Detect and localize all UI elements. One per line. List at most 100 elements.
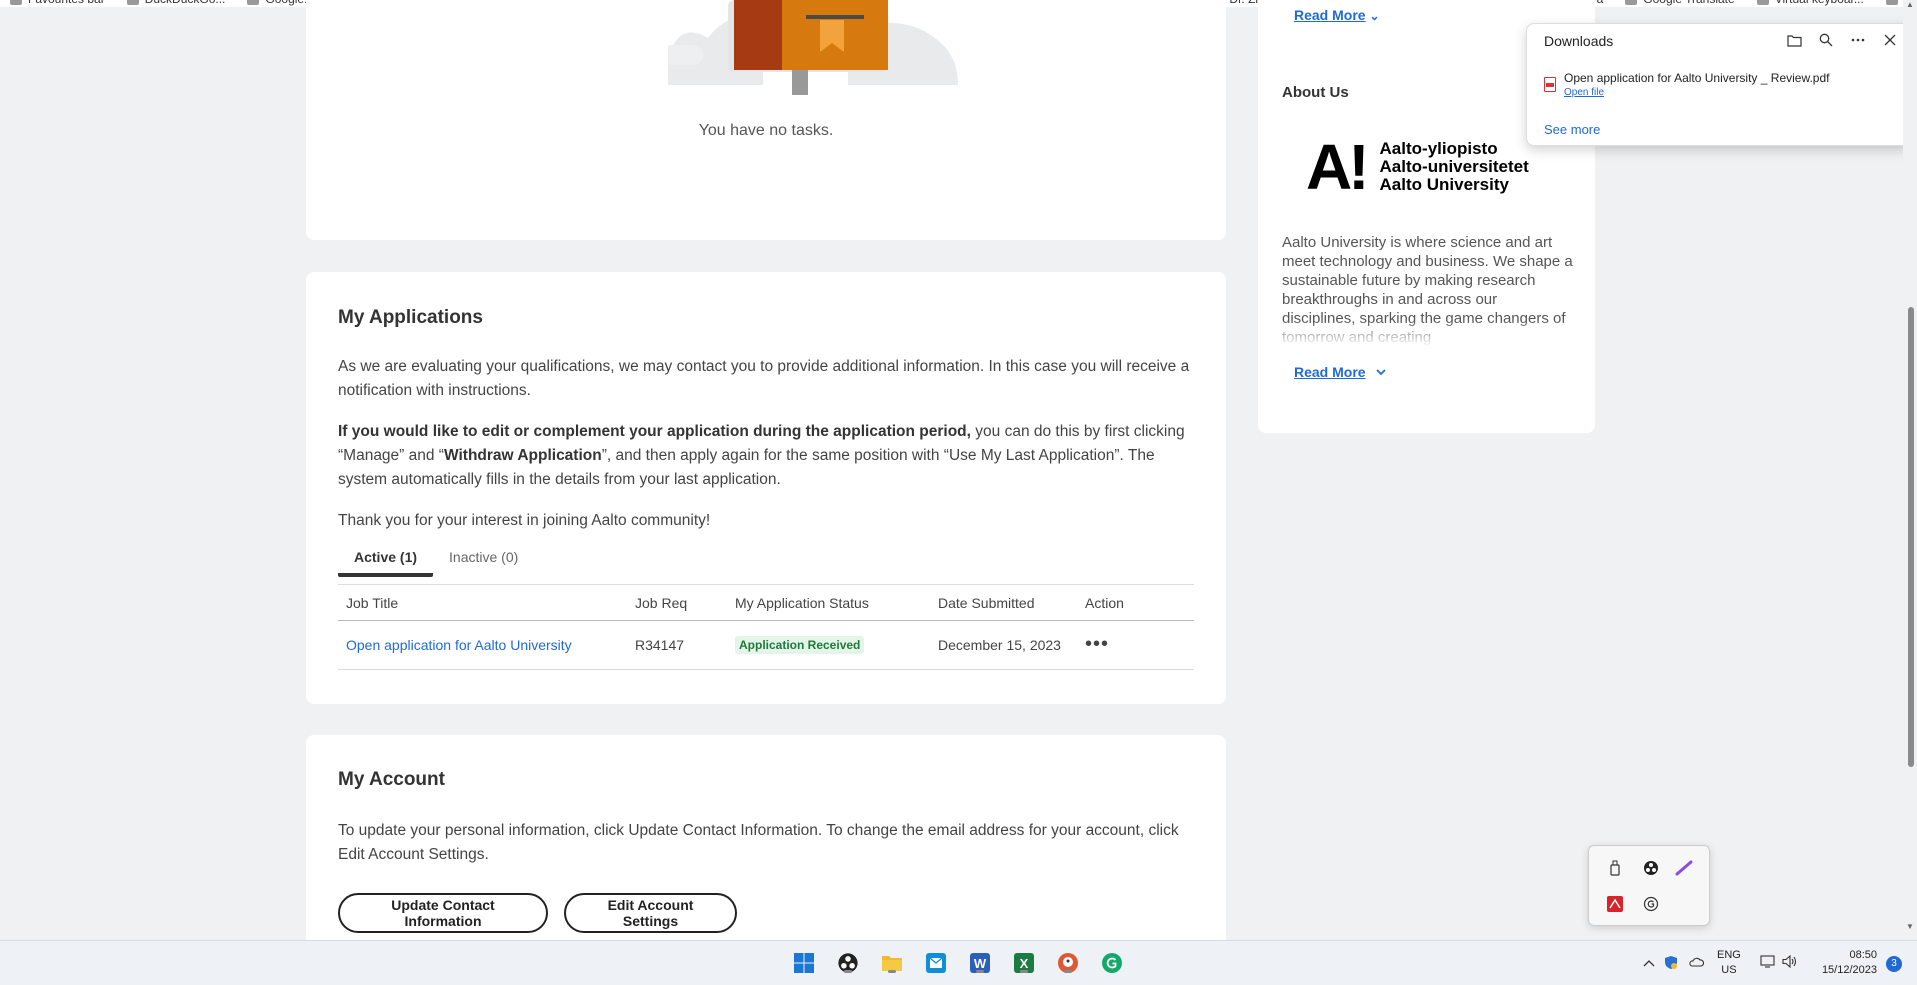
my-account-title: My Account — [338, 769, 445, 790]
column-header-action: Action — [1085, 594, 1124, 611]
close-icon[interactable] — [1880, 30, 1900, 50]
text-fade — [1282, 320, 1574, 346]
read-more-link[interactable]: Read More — [1294, 364, 1386, 380]
downloads-panel: Downloads Open application for Aalto Uni… — [1526, 23, 1911, 146]
aalto-logo-names: Aalto-yliopisto Aalto-universitetet Aalt… — [1380, 140, 1529, 194]
svg-text:W: W — [974, 956, 987, 971]
see-more-link[interactable]: See more — [1544, 122, 1600, 137]
read-more-link-top[interactable]: Read More ⌄ — [1294, 7, 1380, 23]
update-contact-information-button[interactable]: Update Contact Information — [338, 893, 548, 933]
row-actions-button[interactable]: ••• — [1085, 633, 1109, 655]
network-icon[interactable] — [1760, 955, 1775, 971]
running-indicator — [888, 970, 896, 973]
my-applications-title: My Applications — [338, 307, 483, 328]
favicon-icon — [1625, 0, 1638, 5]
edit-instructions-bold: If you would like to edit or complement … — [338, 423, 971, 440]
logo-line-finnish: Aalto-yliopisto — [1379, 139, 1498, 158]
pen-icon[interactable] — [1672, 856, 1696, 880]
scroll-down-arrow-icon[interactable]: ▼ — [1906, 922, 1914, 931]
read-more-label: Read More — [1294, 364, 1366, 380]
tab-inactive[interactable]: Inactive (0) — [433, 545, 534, 577]
running-indicator — [976, 970, 984, 973]
applications-table: Job Title Job Req My Application Status … — [338, 585, 1194, 670]
taskbar: W X ENG US 08:50 15/12/2023 3 — [0, 940, 1917, 985]
svg-text:X: X — [1020, 956, 1029, 971]
adobe-icon[interactable] — [1603, 892, 1627, 916]
favorite-item[interactable]: Virtual keyboar... — [1756, 0, 1864, 6]
language-indicator[interactable]: ENG US — [1717, 948, 1741, 978]
status-badge: Application Received — [735, 636, 865, 654]
open-file-link[interactable]: Open file — [1564, 87, 1829, 98]
system-clock[interactable]: 08:50 15/12/2023 — [1811, 948, 1877, 978]
my-applications-card: My Applications As we are evaluating you… — [306, 272, 1226, 704]
application-tabs: Active (1) Inactive (0) — [338, 545, 534, 577]
page-scrollbar[interactable]: ▲ ▼ — [1903, 0, 1917, 940]
more-options-icon[interactable] — [1848, 30, 1868, 50]
notification-count-badge[interactable]: 3 — [1886, 956, 1902, 972]
favicon-icon — [247, 0, 260, 5]
aalto-logo-mark: A! — [1306, 131, 1370, 203]
tasks-card: You have no tasks. — [306, 0, 1226, 240]
grammarly-tray-icon[interactable] — [1639, 892, 1663, 916]
favicon-icon — [1756, 0, 1769, 5]
show-hidden-icons-chevron-icon[interactable] — [1643, 955, 1655, 970]
favicon-icon — [1885, 0, 1898, 5]
onedrive-cloud-icon[interactable] — [1688, 955, 1705, 970]
file-explorer-icon[interactable] — [880, 951, 904, 975]
scroll-thumb[interactable] — [1908, 307, 1914, 767]
column-header-job-title: Job Title — [346, 594, 399, 611]
volume-icon[interactable] — [1782, 954, 1797, 971]
logo-line-english: Aalto University — [1379, 175, 1509, 194]
account-instructions: To update your personal information, cli… — [338, 822, 1179, 863]
favorite-label: Virtual keyboar... — [1775, 0, 1864, 6]
word-icon[interactable]: W — [968, 951, 992, 975]
grammarly-icon[interactable] — [1100, 951, 1124, 975]
scroll-up-arrow-icon[interactable]: ▲ — [1906, 0, 1914, 9]
tray-overflow-popup — [1588, 845, 1710, 926]
start-windows-icon[interactable] — [792, 951, 816, 975]
favorite-item[interactable]: DuckDuckGo... — [126, 0, 226, 6]
excel-icon[interactable]: X — [1012, 951, 1036, 975]
edit-account-settings-button[interactable]: Edit Account Settings — [564, 893, 737, 933]
pdf-file-icon — [1544, 77, 1556, 92]
obs-icon[interactable] — [1639, 856, 1663, 880]
aalto-logo: A! Aalto-yliopisto Aalto-universitetet A… — [1306, 131, 1529, 203]
obs-taskbar-icon[interactable] — [836, 951, 860, 975]
logo-line-swedish: Aalto-universitetet — [1379, 157, 1529, 176]
search-icon[interactable] — [1816, 30, 1836, 50]
job-title-link[interactable]: Open application for Aalto University — [346, 637, 572, 653]
duckduckgo-icon[interactable] — [1056, 951, 1080, 975]
favorite-item[interactable]: Favourites bar — [10, 0, 105, 6]
favorite-item[interactable]: Google Translate — [1625, 0, 1735, 6]
edit-instructions: If you would like to edit or complement … — [338, 420, 1198, 492]
security-shield-icon[interactable] — [1664, 955, 1678, 973]
evaluation-notice: As we are evaluating your qualifications… — [338, 358, 1190, 399]
favicon-icon — [10, 0, 22, 5]
table-row: Open application for Aalto University R3… — [338, 621, 1194, 670]
job-req-cell: R34147 — [635, 637, 685, 653]
download-item[interactable]: Open application for Aalto University _ … — [1544, 71, 1829, 98]
usb-drive-icon[interactable] — [1603, 856, 1627, 880]
column-header-job-req: Job Req — [635, 594, 688, 611]
clock-time: 08:50 — [1849, 949, 1877, 961]
outlook-icon[interactable] — [924, 951, 948, 975]
running-indicator — [1020, 970, 1028, 973]
open-folder-icon[interactable] — [1784, 30, 1804, 50]
tab-active[interactable]: Active (1) — [338, 545, 434, 577]
downloads-title: Downloads — [1544, 33, 1614, 49]
language-code: ENG — [1717, 949, 1741, 961]
favorite-label: DuckDuckGo... — [145, 0, 226, 6]
favicon-icon — [126, 0, 139, 5]
withdraw-application-bold: Withdraw Application — [443, 447, 602, 464]
favorite-label: Favourites bar — [28, 0, 105, 6]
empty-mailbox-illustration — [668, 0, 958, 95]
read-more-top-label: Read More — [1294, 7, 1366, 23]
running-indicator — [1064, 970, 1072, 973]
about-us-title: About Us — [1282, 84, 1349, 101]
column-header-status: My Application Status — [735, 594, 869, 611]
thank-you-text: Thank you for your interest in joining A… — [338, 512, 711, 529]
running-indicator — [844, 970, 852, 973]
date-submitted-cell: December 15, 2023 — [938, 637, 1061, 653]
download-file-name: Open application for Aalto University _ … — [1564, 71, 1830, 85]
favorite-label: Google Translate — [1643, 0, 1734, 6]
